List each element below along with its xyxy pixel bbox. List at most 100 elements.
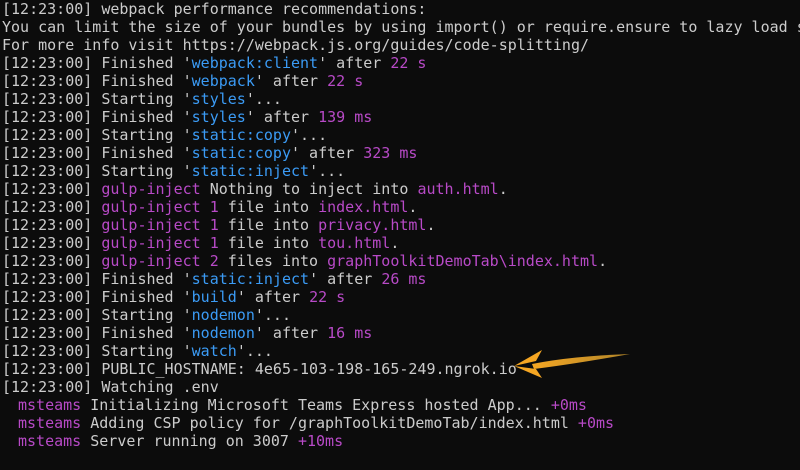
inject-file: index.html [318, 198, 409, 216]
inject-count: 1 [200, 216, 219, 234]
inject-tag: gulp-inject [101, 234, 201, 252]
log-text: ' after [291, 144, 364, 162]
header-line-1: [12:23:00] webpack performance recommend… [2, 0, 427, 18]
log-text: ' after [254, 324, 328, 342]
timestamp: [12:23:00] [2, 270, 93, 288]
watching-text: Watching .env [92, 378, 219, 396]
log-text: Finished ' [92, 324, 192, 342]
task-name: styles [191, 108, 246, 126]
task-name: watch [191, 342, 237, 360]
timestamp: [12:23:00] [2, 306, 93, 324]
inject-tag: gulp-inject [101, 180, 201, 198]
inject-line: [12:23:00] gulp-inject 2 files into grap… [2, 252, 800, 270]
log-line: [12:23:00] Finished 'build' after 22 s [2, 288, 800, 306]
timestamp: [12:23:00] [2, 216, 93, 234]
inject-count: 1 [200, 198, 219, 216]
watching-line: [12:23:00] Watching .env [2, 378, 800, 396]
msteams-time: +10ms [297, 432, 344, 450]
log-text: Starting ' [92, 162, 192, 180]
inject-line: [12:23:00] gulp-inject 1 file into tou.h… [2, 234, 800, 252]
timestamp: [12:23:00] [2, 144, 93, 162]
duration: 22 s [327, 72, 364, 90]
inject-end: . [598, 252, 608, 270]
msteams-time: +0ms [577, 414, 615, 432]
inject-count: 1 [200, 234, 219, 252]
inject-file: graphToolkitDemoTab\index.html [327, 252, 599, 270]
log-line: [12:23:00] Starting 'static:inject'... [2, 162, 800, 180]
log-text: Starting ' [92, 126, 192, 144]
log-line: [12:23:00] Finished 'static:copy' after … [2, 144, 800, 162]
inject-text: file into [218, 234, 319, 252]
inject-text: file into [218, 216, 319, 234]
log-text: ' after [318, 54, 391, 72]
timestamp: [12:23:00] [2, 54, 93, 72]
log-line: [12:23:00] Finished 'webpack:client' aft… [2, 54, 800, 72]
log-line: [12:23:00] Finished 'webpack' after 22 s [2, 72, 800, 90]
inject-file: auth.html [417, 180, 499, 198]
msteams-time: +0ms [550, 396, 587, 414]
inject-text: Nothing to inject into [200, 180, 418, 198]
log-text: Starting ' [92, 90, 192, 108]
timestamp: [12:23:00] [2, 126, 93, 144]
hostname-text: PUBLIC_HOSTNAME: 4e65-103-198-165-249.ng… [92, 360, 517, 378]
log-text: Finished ' [92, 288, 192, 306]
log-text: Finished ' [92, 54, 192, 72]
timestamp: [12:23:00] [2, 180, 93, 198]
inject-text: files into [218, 252, 328, 270]
timestamp: [12:23:00] [2, 378, 93, 396]
task-name: webpack [191, 72, 255, 90]
hostname-line: [12:23:00] PUBLIC_HOSTNAME: 4e65-103-198… [2, 360, 800, 378]
log-text: '... [291, 126, 328, 144]
duration: 323 ms [363, 144, 418, 162]
task-name: build [191, 288, 237, 306]
log-text: Starting ' [92, 342, 192, 360]
duration: 16 ms [327, 324, 373, 342]
log-text: '... [236, 342, 273, 360]
log-text: '... [254, 306, 291, 324]
msteams-line: msteams Initializing Microsoft Teams Exp… [2, 396, 800, 414]
log-text: Finished ' [92, 108, 192, 126]
inject-text: file into [218, 198, 319, 216]
log-text: ' after [245, 108, 319, 126]
task-name: static:copy [191, 144, 291, 162]
inject-line: [12:23:00] gulp-inject 1 file into priva… [2, 216, 800, 234]
msteams-line: msteams Adding CSP policy for /graphTool… [2, 414, 800, 432]
duration: 22 s [390, 54, 427, 72]
timestamp: [12:23:00] [2, 288, 93, 306]
duration: 26 ms [381, 270, 427, 288]
task-name: nodemon [191, 306, 255, 324]
log-text: ' after [309, 270, 382, 288]
inject-end: . [498, 180, 508, 198]
header-line-2: You can limit the size of your bundles b… [2, 18, 800, 36]
task-name: styles [191, 90, 246, 108]
log-line: [12:23:00] Starting 'styles'... [2, 90, 800, 108]
timestamp: [12:23:00] [2, 342, 93, 360]
log-line: [12:23:00] Starting 'nodemon'... [2, 306, 800, 324]
timestamp: [12:23:00] [2, 324, 93, 342]
log-line: [12:23:00] Finished 'styles' after 139 m… [2, 108, 800, 126]
inject-file: tou.html [318, 234, 391, 252]
header-line-3: For more info visit https://webpack.js.o… [2, 36, 589, 54]
task-name: static:inject [191, 270, 310, 288]
inject-end: . [408, 198, 418, 216]
log-text: ' after [236, 288, 310, 306]
inject-count: 2 [200, 252, 219, 270]
log-line: [12:23:00] Starting 'static:copy'... [2, 126, 800, 144]
log-text: Finished ' [92, 144, 192, 162]
msteams-line: msteams Server running on 3007 +10ms [2, 432, 800, 450]
inject-tag: gulp-inject [101, 216, 201, 234]
task-name: nodemon [191, 324, 255, 342]
log-line: [12:23:00] Starting 'watch'... [2, 342, 800, 360]
msteams-tag: msteams [18, 414, 82, 432]
inject-end: . [426, 216, 436, 234]
timestamp: [12:23:00] [2, 360, 93, 378]
timestamp: [12:23:00] [2, 198, 93, 216]
msteams-tag: msteams [18, 432, 82, 450]
inject-end: . [390, 234, 400, 252]
terminal-window[interactable]: [12:23:00] webpack performance recommend… [0, 0, 800, 470]
task-name: static:inject [191, 162, 310, 180]
log-text: '... [309, 162, 346, 180]
timestamp: [12:23:00] [2, 108, 93, 126]
timestamp: [12:23:00] [2, 252, 93, 270]
log-line: [12:23:00] Finished 'nodemon' after 16 m… [2, 324, 800, 342]
